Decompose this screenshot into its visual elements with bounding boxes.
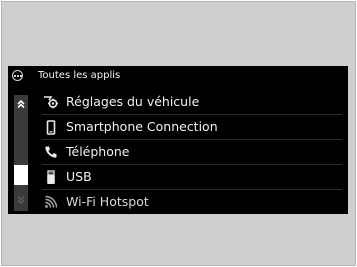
usb-icon [42,168,60,186]
infotainment-screen: Toutes les applis Réglages du véhicule S… [8,66,348,214]
apps-list: Réglages du véhicule Smartphone Connecti… [42,90,342,214]
list-item-label: Smartphone Connection [66,119,218,134]
list-item-vehicle-settings[interactable]: Réglages du véhicule [42,90,342,115]
header: Toutes les applis [8,66,348,86]
wifi-hotspot-icon [42,193,60,211]
list-item-usb[interactable]: USB [42,165,342,190]
phone-icon [42,143,60,161]
list-item-label: USB [66,169,92,184]
list-item-telephone[interactable]: Téléphone [42,140,342,165]
list-item-label: Wi-Fi Hotspot [66,194,149,209]
smartphone-icon [42,118,60,136]
list-item-label: Téléphone [66,144,130,159]
double-chevron-up-icon[interactable] [14,97,28,111]
list-item-smartphone-connection[interactable]: Smartphone Connection [42,115,342,140]
scrollbar-thumb[interactable] [14,165,28,185]
double-chevron-down-icon[interactable] [14,193,28,207]
list-item-label: Réglages du véhicule [66,94,200,109]
apps-grid-icon[interactable] [12,70,23,81]
vehicle-settings-icon [42,93,60,111]
page-frame: Toutes les applis Réglages du véhicule S… [1,1,356,266]
scrollbar[interactable] [14,95,28,211]
header-title: Toutes les applis [38,70,121,81]
list-item-wifi-hotspot[interactable]: Wi-Fi Hotspot [42,190,342,214]
